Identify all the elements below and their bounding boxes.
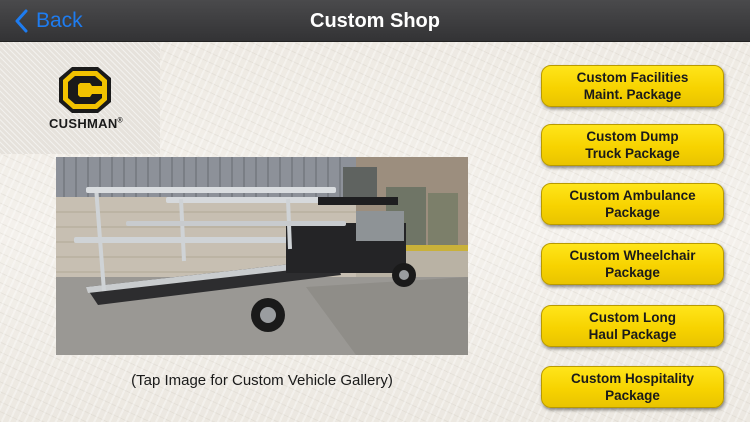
button-label: Custom Facilities Maint. Package <box>576 70 689 102</box>
vehicle-gallery-image[interactable] <box>56 157 468 355</box>
cushman-logo-text: CUSHMAN® <box>48 116 123 131</box>
custom-wheelchair-package-button[interactable]: Custom Wheelchair Package <box>541 243 724 285</box>
button-label: Custom Wheelchair Package <box>569 248 696 280</box>
page-title: Custom Shop <box>310 10 440 32</box>
custom-hospitality-package-button[interactable]: Custom Hospitality Package <box>541 366 724 408</box>
custom-facilities-maint-package-button[interactable]: Custom Facilities Maint. Package <box>541 65 724 107</box>
custom-long-haul-package-button[interactable]: Custom Long Haul Package <box>541 305 724 347</box>
button-label: Custom Hospitality Package <box>570 371 694 403</box>
navigation-bar: Back Custom Shop <box>0 0 750 42</box>
cushman-logo-mark <box>58 66 112 119</box>
button-label: Custom Ambulance Package <box>569 188 696 220</box>
cushman-logo: CUSHMAN® <box>36 66 136 136</box>
custom-ambulance-package-button[interactable]: Custom Ambulance Package <box>541 183 724 225</box>
button-label: Custom Dump Truck Package <box>585 129 680 161</box>
custom-dump-truck-package-button[interactable]: Custom Dump Truck Package <box>541 124 724 166</box>
gallery-caption: (Tap Image for Custom Vehicle Gallery) <box>131 372 393 389</box>
button-label: Custom Long Haul Package <box>588 310 677 342</box>
